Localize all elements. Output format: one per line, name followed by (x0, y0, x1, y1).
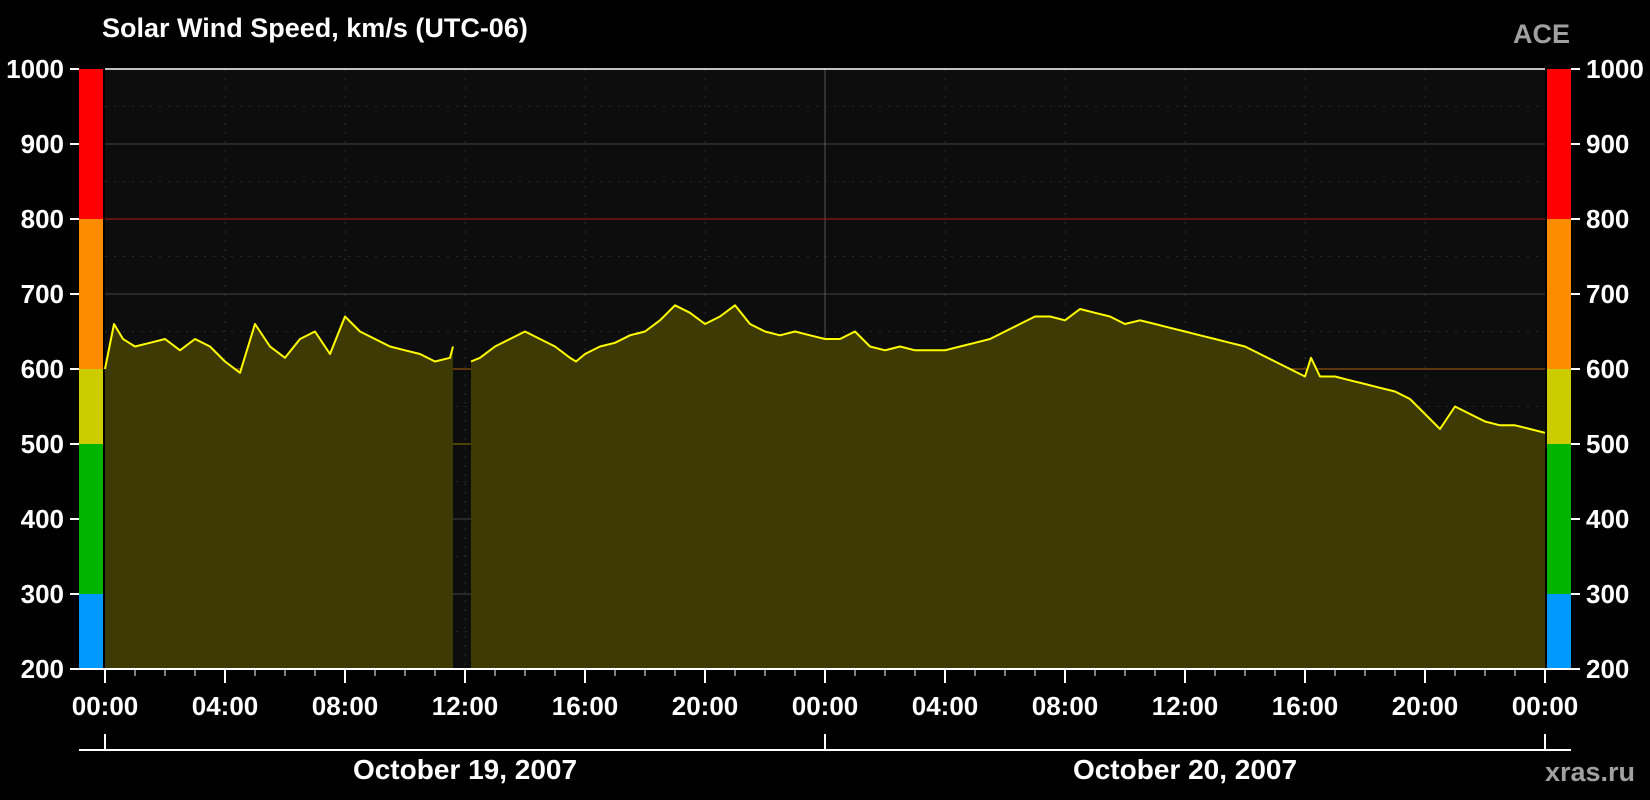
y-tick-label-right: 300 (1586, 579, 1629, 609)
left-level-band (79, 369, 103, 444)
x-tick-label: 00:00 (792, 691, 859, 721)
credit-label: xras.ru (1545, 757, 1635, 787)
x-tick-label: 08:00 (1032, 691, 1099, 721)
source-label: ACE (1513, 19, 1570, 49)
y-tick-label-right: 500 (1586, 429, 1629, 459)
x-tick-label: 16:00 (1272, 691, 1339, 721)
y-tick-label-left: 900 (21, 129, 64, 159)
left-level-band (79, 444, 103, 594)
date-axis: October 19, 2007 October 20, 2007 (79, 734, 1571, 785)
x-tick-label: 20:00 (672, 691, 739, 721)
right-level-band (1547, 219, 1571, 369)
y-tick-label-left: 400 (21, 504, 64, 534)
date-label: October 19, 2007 (353, 754, 577, 785)
y-tick-label-right: 1000 (1586, 54, 1644, 84)
y-tick-label-right: 900 (1586, 129, 1629, 159)
x-tick-label: 04:00 (912, 691, 979, 721)
right-level-band (1547, 444, 1571, 594)
x-tick-label: 12:00 (1152, 691, 1219, 721)
y-tick-label-right: 800 (1586, 204, 1629, 234)
x-tick-label: 20:00 (1392, 691, 1459, 721)
right-level-band (1547, 369, 1571, 444)
left-level-scale (79, 69, 103, 669)
x-tick-label: 04:00 (192, 691, 259, 721)
speed-area-segment (105, 316, 453, 669)
left-level-band (79, 69, 103, 219)
x-tick-label: 12:00 (432, 691, 499, 721)
left-level-band (79, 219, 103, 369)
y-tick-label-right: 600 (1586, 354, 1629, 384)
y-tick-label-right: 700 (1586, 279, 1629, 309)
x-tick-label: 16:00 (552, 691, 619, 721)
solar-wind-chart: Solar Wind Speed, km/s (UTC-06) ACE 200 2… (6, 13, 1644, 787)
left-level-band (79, 594, 103, 669)
y-tick-label-left: 1000 (6, 54, 64, 84)
y-tick-label-left: 300 (21, 579, 64, 609)
y-tick-label-left: 600 (21, 354, 64, 384)
y-tick-label-left: 200 (21, 654, 64, 684)
x-tick-label: 00:00 (72, 691, 139, 721)
x-axis-ticks: 00:00 04:00 08:00 12:00 16:00 20:00 00:00 04:00… (72, 668, 1579, 721)
chart-title: Solar Wind Speed, km/s (UTC-06) (102, 13, 528, 43)
date-label: October 20, 2007 (1073, 754, 1297, 785)
right-level-band (1547, 594, 1571, 669)
y-tick-label-left: 500 (21, 429, 64, 459)
y-tick-label-right: 200 (1586, 654, 1629, 684)
y-tick-label-left: 800 (21, 204, 64, 234)
y-tick-label-right: 400 (1586, 504, 1629, 534)
x-tick-label: 08:00 (312, 691, 379, 721)
y-tick-label-left: 700 (21, 279, 64, 309)
x-tick-label: 00:00 (1512, 691, 1579, 721)
right-level-band (1547, 69, 1571, 219)
right-level-scale (1547, 69, 1571, 669)
